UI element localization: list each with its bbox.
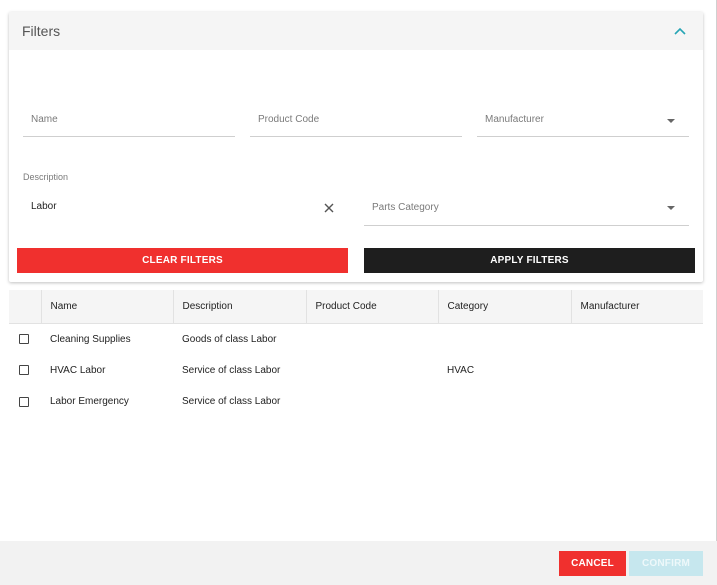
cell-manufacturer (571, 323, 703, 355)
close-icon[interactable] (322, 201, 336, 215)
apply-filters-button[interactable]: APPLY FILTERS (364, 248, 695, 273)
table-row[interactable]: Cleaning Supplies Goods of class Labor (9, 323, 703, 355)
cancel-button[interactable]: CANCEL (559, 551, 626, 576)
filters-panel: Filters Name Product Code Manufacturer D… (9, 12, 703, 282)
dialog-footer: CANCEL CONFIRM (0, 541, 717, 585)
cell-category (438, 386, 571, 418)
name-placeholder: Name (31, 114, 58, 125)
cell-name: Labor Emergency (50, 396, 129, 408)
row-checkbox[interactable] (19, 334, 29, 344)
cell-description: Goods of class Labor (182, 333, 277, 345)
column-header-product-code[interactable]: Product Code (306, 290, 439, 324)
chevron-up-icon[interactable] (671, 22, 689, 40)
row-select-cell (9, 355, 41, 387)
cell-product-code (306, 323, 438, 355)
table-row[interactable]: Labor Emergency Service of class Labor (9, 386, 703, 418)
row-checkbox[interactable] (19, 365, 29, 376)
filters-header[interactable]: Filters (9, 12, 703, 50)
manufacturer-placeholder: Manufacturer (485, 114, 544, 125)
cell-description: Service of class Labor (182, 396, 281, 408)
select-all-column (9, 290, 42, 324)
clear-filters-button[interactable]: CLEAR FILTERS (17, 248, 348, 273)
parts-category-select[interactable]: Parts Category (364, 186, 689, 226)
cell-description: Service of class Labor (182, 364, 281, 376)
column-header-manufacturer[interactable]: Manufacturer (571, 290, 703, 324)
description-label: Description (23, 172, 69, 182)
cell-product-code (306, 355, 438, 387)
cell-name: Cleaning Supplies (50, 333, 131, 345)
description-value[interactable]: Labor (31, 201, 57, 212)
filter-dialog: Filters Name Product Code Manufacturer D… (0, 0, 717, 585)
results-table: Name Description Product Code Category M… (9, 290, 703, 418)
cell-manufacturer (571, 386, 703, 418)
row-select-cell (9, 386, 41, 418)
product-code-field[interactable]: Product Code (250, 94, 462, 137)
cell-manufacturer (571, 355, 703, 387)
cell-category (438, 323, 571, 355)
caret-down-icon (667, 119, 675, 123)
cell-name: HVAC Labor (50, 364, 106, 376)
cell-product-code (306, 386, 438, 418)
table-header-row: Name Description Product Code Category M… (9, 290, 703, 324)
parts-category-placeholder: Parts Category (372, 202, 439, 213)
manufacturer-select[interactable]: Manufacturer (477, 94, 689, 137)
description-field[interactable] (23, 186, 348, 226)
column-header-description[interactable]: Description (173, 290, 307, 324)
column-header-category[interactable]: Category (438, 290, 572, 324)
name-field[interactable]: Name (23, 94, 235, 137)
row-select-cell (9, 323, 41, 355)
cell-category: HVAC (447, 364, 475, 376)
table-row[interactable]: HVAC Labor Service of class Labor HVAC (9, 355, 703, 387)
column-header-name[interactable]: Name (41, 290, 174, 324)
confirm-button[interactable]: CONFIRM (629, 551, 703, 576)
caret-down-icon (667, 206, 675, 210)
filters-title: Filters (22, 23, 61, 39)
product-code-placeholder: Product Code (258, 114, 320, 125)
row-checkbox[interactable] (19, 396, 29, 407)
